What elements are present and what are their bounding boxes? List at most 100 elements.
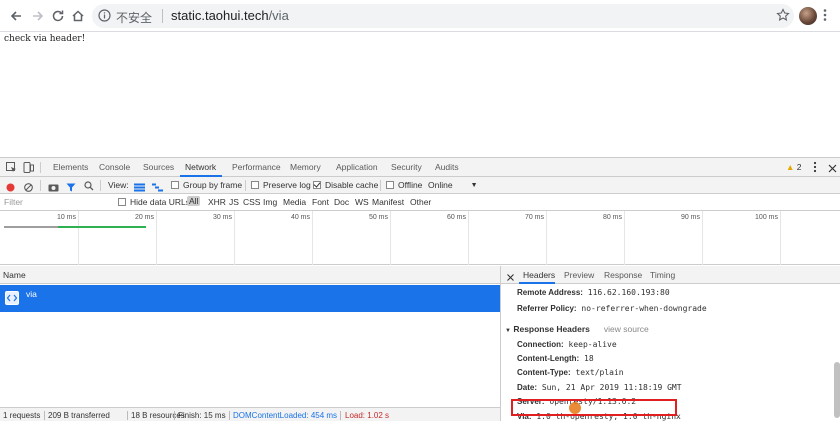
devtools-menu-icon[interactable] <box>813 161 817 176</box>
tab-performance[interactable]: Performance <box>232 162 281 172</box>
timeline-tick-label: 90 ms <box>680 214 700 221</box>
bookmark-star-icon[interactable] <box>776 8 790 25</box>
timeline-tick-label: 70 ms <box>524 214 544 221</box>
throttle-value: Online <box>428 180 453 190</box>
header-connection: Connection: keep-alive <box>517 340 617 349</box>
details-scrollbar[interactable] <box>834 362 840 418</box>
header-referrer-policy: Referrer Policy: no-referrer-when-downgr… <box>517 304 707 313</box>
clear-icon[interactable] <box>24 181 33 195</box>
timeline-tick-label: 60 ms <box>446 214 466 221</box>
record-icon[interactable] <box>6 181 15 195</box>
status-load: Load: 1.02 s <box>345 411 390 420</box>
inspect-element-icon[interactable] <box>6 162 17 176</box>
reload-icon[interactable] <box>48 6 68 26</box>
back-icon[interactable] <box>6 6 26 26</box>
forward-icon[interactable] <box>28 6 48 26</box>
header-value: no-referrer-when-downgrade <box>581 304 707 313</box>
timeline-gridline <box>780 211 781 265</box>
devtools-panel: Elements Console Sources Network Perform… <box>0 157 840 421</box>
toolbar-divider <box>380 180 381 191</box>
header-key: Connection: <box>517 340 564 349</box>
filter-type-doc[interactable]: Doc <box>334 197 349 207</box>
table-row[interactable]: via <box>0 285 500 312</box>
timeline-wait-bar <box>4 226 58 228</box>
filter-type-ws[interactable]: WS <box>355 197 369 207</box>
hide-data-urls-checkbox[interactable]: Hide data URLs <box>118 197 190 207</box>
timeline-gridline <box>546 211 547 265</box>
filter-type-other[interactable]: Other <box>410 197 431 207</box>
request-name: via <box>26 289 37 299</box>
browser-menu-icon[interactable] <box>822 8 828 25</box>
response-headers-section[interactable]: ▼ Response Headers view source <box>505 324 649 334</box>
filter-type-xhr[interactable]: XHR <box>208 197 226 207</box>
group-by-frame-checkbox[interactable]: Group by frame <box>171 180 242 190</box>
status-divider <box>229 411 230 420</box>
timeline-tick-label: 30 ms <box>212 214 232 221</box>
details-tab-headers[interactable]: Headers <box>523 270 555 280</box>
header-value: 18 <box>584 354 594 363</box>
tab-sources[interactable]: Sources <box>143 162 174 172</box>
timeline-tick-label: 50 ms <box>368 214 388 221</box>
tab-security[interactable]: Security <box>391 162 422 172</box>
header-value: 116.62.160.193:80 <box>587 288 670 297</box>
tab-elements[interactable]: Elements <box>53 162 88 172</box>
close-details-icon[interactable] <box>507 270 514 284</box>
throttle-select[interactable]: Online ▼ <box>428 180 478 190</box>
filter-funnel-icon[interactable] <box>66 181 76 195</box>
checkbox-box <box>313 181 321 189</box>
filter-type-media[interactable]: Media <box>283 197 306 207</box>
profile-avatar[interactable] <box>799 7 817 25</box>
details-tab-preview[interactable]: Preview <box>564 270 594 280</box>
home-icon[interactable] <box>68 6 88 26</box>
view-source-link[interactable]: view source <box>604 324 649 334</box>
status-divider <box>127 411 128 420</box>
tab-network[interactable]: Network <box>185 162 216 172</box>
header-key: Referrer Policy: <box>517 304 577 313</box>
tab-memory[interactable]: Memory <box>290 162 321 172</box>
address-bar[interactable]: 不安全 static.taohui.tech/via <box>92 4 794 28</box>
column-header-name[interactable]: Name <box>3 270 26 280</box>
document-icon <box>5 291 19 305</box>
details-tab-timing[interactable]: Timing <box>650 270 675 280</box>
device-toolbar-icon[interactable] <box>23 162 34 176</box>
timeline-tick-label: 10 ms <box>56 214 76 221</box>
details-tab-response[interactable]: Response <box>604 270 642 280</box>
checkbox-box <box>118 198 126 206</box>
view-label: View: <box>108 180 129 190</box>
timeline-tick-label: 20 ms <box>134 214 154 221</box>
waterfall-overview-icon[interactable] <box>152 181 163 195</box>
tab-audits[interactable]: Audits <box>435 162 459 172</box>
requests-table-header: Name <box>0 266 500 284</box>
status-divider <box>174 411 175 420</box>
header-value: Sun, 21 Apr 2019 11:18:19 GMT <box>541 383 682 392</box>
timeline-overview[interactable]: 10 ms 20 ms 30 ms 40 ms 50 ms 60 ms 70 m… <box>0 211 840 265</box>
filter-type-manifest[interactable]: Manifest <box>372 197 404 207</box>
timeline-tick-label: 40 ms <box>290 214 310 221</box>
warning-badge[interactable]: ▲ 2 <box>786 162 802 172</box>
camera-icon[interactable] <box>48 181 59 195</box>
timeline-tick-label: 80 ms <box>602 214 622 221</box>
filter-type-all[interactable]: All <box>187 196 201 206</box>
tab-console[interactable]: Console <box>99 162 130 172</box>
tab-application[interactable]: Application <box>336 162 378 172</box>
disable-cache-checkbox[interactable]: Disable cache <box>313 180 378 190</box>
request-details-pane: Headers Preview Response Timing Remote A… <box>500 266 840 421</box>
info-icon[interactable] <box>98 9 111 25</box>
offline-checkbox[interactable]: Offline <box>386 180 422 190</box>
large-rows-icon[interactable] <box>134 181 145 195</box>
search-icon[interactable] <box>84 180 94 194</box>
preserve-log-checkbox[interactable]: Preserve log <box>251 180 311 190</box>
hide-data-urls-label: Hide data URLs <box>130 197 191 207</box>
timeline-gridline <box>156 211 157 265</box>
timeline-gridline <box>78 211 79 265</box>
address-divider <box>162 9 163 23</box>
filter-type-css[interactable]: CSS <box>243 197 260 207</box>
close-devtools-icon[interactable] <box>828 162 837 176</box>
filter-type-font[interactable]: Font <box>312 197 329 207</box>
filter-type-img[interactable]: Img <box>263 197 277 207</box>
response-headers-title: Response Headers <box>513 324 590 334</box>
filter-input[interactable]: Filter <box>4 197 23 207</box>
timeline-gridline <box>702 211 703 265</box>
header-date: Date: Sun, 21 Apr 2019 11:18:19 GMT <box>517 383 682 392</box>
filter-type-js[interactable]: JS <box>229 197 239 207</box>
